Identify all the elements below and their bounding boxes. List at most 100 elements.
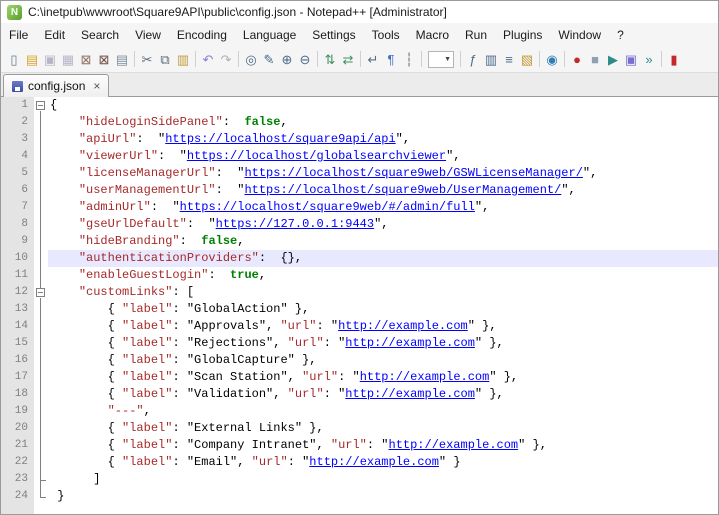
- tab-config-json[interactable]: config.json ×: [3, 74, 109, 97]
- fold-collapse-icon[interactable]: [36, 101, 45, 110]
- fold-margin: [34, 301, 48, 318]
- fold-margin: [34, 352, 48, 369]
- code-line[interactable]: { "label": "Rejections", "url": "http://…: [48, 335, 718, 352]
- menu-encoding[interactable]: Encoding: [169, 23, 235, 46]
- document-map-icon[interactable]: ▥: [482, 50, 500, 69]
- code-line-row: 14 { "label": "Approvals", "url": "http:…: [1, 318, 718, 335]
- show-all-chars-icon[interactable]: ¶: [382, 50, 400, 69]
- sync-horizontal-scroll-icon[interactable]: ⇄: [339, 50, 357, 69]
- replace-icon[interactable]: ✎: [260, 50, 278, 69]
- code-line[interactable]: "---",: [48, 403, 718, 420]
- fold-margin: [34, 369, 48, 386]
- code-line[interactable]: { "label": "Email", "url": "http://examp…: [48, 454, 718, 471]
- line-number: 21: [1, 437, 34, 454]
- code-line[interactable]: "hideLoginSidePanel": false,: [48, 114, 718, 131]
- fold-margin: [34, 403, 48, 420]
- code-line[interactable]: { "label": "Validation", "url": "http://…: [48, 386, 718, 403]
- fold-margin: [34, 488, 48, 505]
- user-defined-language-combo[interactable]: ▼: [428, 51, 454, 68]
- fold-collapse-icon[interactable]: [36, 288, 45, 297]
- copy-icon[interactable]: ⧉: [156, 50, 174, 69]
- zoom-out-icon[interactable]: ⊖: [296, 50, 314, 69]
- fold-line: [40, 182, 41, 199]
- macro-save-icon[interactable]: ▣: [622, 50, 640, 69]
- macro-play-icon[interactable]: ▶: [604, 50, 622, 69]
- fold-margin: [34, 318, 48, 335]
- menu-language[interactable]: Language: [235, 23, 304, 46]
- code-line[interactable]: "userManagementUrl": "https://localhost/…: [48, 182, 718, 199]
- close-file-icon[interactable]: ⊠: [77, 50, 95, 69]
- zoom-in-icon[interactable]: ⊕: [278, 50, 296, 69]
- fold-line: [40, 437, 41, 454]
- menu-view[interactable]: View: [127, 23, 169, 46]
- line-number: 11: [1, 267, 34, 284]
- code-line[interactable]: { "label": "Company Intranet", "url": "h…: [48, 437, 718, 454]
- menu-search[interactable]: Search: [73, 23, 127, 46]
- toolbar-separator: [317, 51, 318, 67]
- menu-edit[interactable]: Edit: [36, 23, 73, 46]
- new-file-icon[interactable]: ▯: [5, 50, 23, 69]
- menu-tools[interactable]: Tools: [364, 23, 408, 46]
- code-line[interactable]: "apiUrl": "https://localhost/square9api/…: [48, 131, 718, 148]
- cut-icon[interactable]: ✂: [138, 50, 156, 69]
- save-all-icon[interactable]: ▦: [59, 50, 77, 69]
- code-line[interactable]: "adminUrl": "https://localhost/square9we…: [48, 199, 718, 216]
- macro-record-icon[interactable]: ●: [568, 50, 586, 69]
- menu-macro[interactable]: Macro: [408, 23, 457, 46]
- code-line[interactable]: "viewerUrl": "https://localhost/globalse…: [48, 148, 718, 165]
- indent-guide-icon[interactable]: ┆: [400, 50, 418, 69]
- menu-run[interactable]: Run: [457, 23, 495, 46]
- line-number: 13: [1, 301, 34, 318]
- word-wrap-icon[interactable]: ↵: [364, 50, 382, 69]
- code-line[interactable]: { "label": "External Links" },: [48, 420, 718, 437]
- line-number: 24: [1, 488, 34, 505]
- macro-stop-icon[interactable]: ■: [586, 50, 604, 69]
- fold-margin[interactable]: [34, 97, 48, 114]
- code-line-row: 16 { "label": "GlobalCapture" },: [1, 352, 718, 369]
- line-number: 14: [1, 318, 34, 335]
- undo-icon[interactable]: ↶: [199, 50, 217, 69]
- open-folder-icon[interactable]: ▤: [23, 50, 41, 69]
- code-line[interactable]: { "label": "Scan Station", "url": "http:…: [48, 369, 718, 386]
- code-line[interactable]: "customLinks": [: [48, 284, 718, 301]
- code-line[interactable]: }: [48, 488, 718, 505]
- code-line[interactable]: { "label": "GlobalCapture" },: [48, 352, 718, 369]
- fold-margin[interactable]: [34, 284, 48, 301]
- plugin-command-icon[interactable]: ▮: [665, 50, 683, 69]
- line-number: 4: [1, 148, 34, 165]
- code-line[interactable]: "hideBranding": false,: [48, 233, 718, 250]
- folder-workspace-icon[interactable]: ▧: [518, 50, 536, 69]
- code-line[interactable]: {: [48, 97, 718, 114]
- document-list-icon[interactable]: ≡: [500, 50, 518, 69]
- code-line[interactable]: "gseUrlDefault": "https://127.0.0.1:9443…: [48, 216, 718, 233]
- code-line-row: 5 "licenseManagerUrl": "https://localhos…: [1, 165, 718, 182]
- code-line[interactable]: "authenticationProviders": {},: [48, 250, 718, 267]
- paste-icon[interactable]: ▥: [174, 50, 192, 69]
- code-line-row: 2 "hideLoginSidePanel": false,: [1, 114, 718, 131]
- monitoring-eye-icon[interactable]: ◉: [543, 50, 561, 69]
- toolbar-separator: [421, 51, 422, 67]
- fold-line: [40, 250, 41, 267]
- toolbar-separator: [460, 51, 461, 67]
- code-line[interactable]: { "label": "Approvals", "url": "http://e…: [48, 318, 718, 335]
- code-line[interactable]: { "label": "GlobalAction" },: [48, 301, 718, 318]
- menu-plugins[interactable]: Plugins: [495, 23, 550, 46]
- code-line[interactable]: "enableGuestLogin": true,: [48, 267, 718, 284]
- close-all-icon[interactable]: ⊠: [95, 50, 113, 69]
- code-line[interactable]: ]: [48, 471, 718, 488]
- menu-settings[interactable]: Settings: [304, 23, 363, 46]
- code-line-row: 6 "userManagementUrl": "https://localhos…: [1, 182, 718, 199]
- fold-line: [40, 386, 41, 403]
- macro-run-multiple-icon[interactable]: »: [640, 50, 658, 69]
- redo-icon[interactable]: ↷: [217, 50, 235, 69]
- print-icon[interactable]: ▤: [113, 50, 131, 69]
- menu-window[interactable]: Window: [550, 23, 609, 46]
- tab-close-icon[interactable]: ×: [93, 80, 100, 92]
- sync-vertical-scroll-icon[interactable]: ⇅: [321, 50, 339, 69]
- menu-help[interactable]: ?: [609, 23, 632, 46]
- find-icon[interactable]: ◎: [242, 50, 260, 69]
- save-icon[interactable]: ▣: [41, 50, 59, 69]
- function-list-icon[interactable]: ƒ: [464, 50, 482, 69]
- code-line[interactable]: "licenseManagerUrl": "https://localhost/…: [48, 165, 718, 182]
- menu-file[interactable]: File: [1, 23, 36, 46]
